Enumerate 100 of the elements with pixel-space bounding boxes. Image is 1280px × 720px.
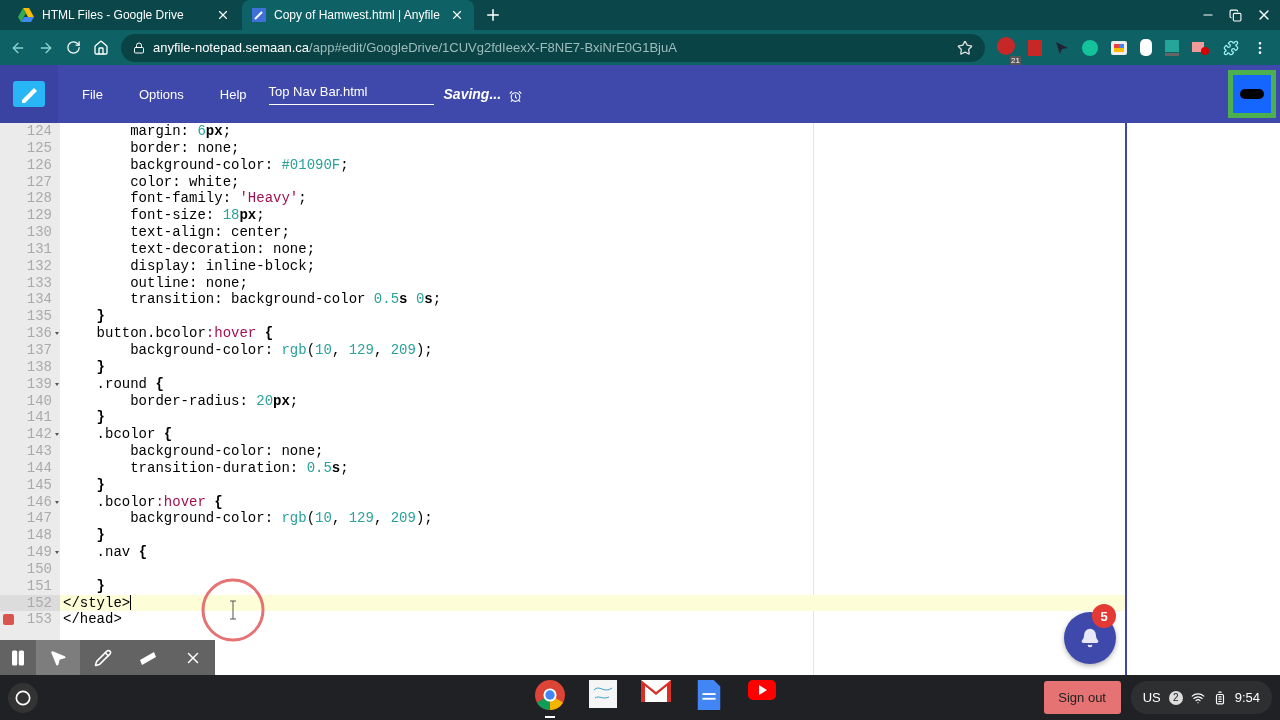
code-line: font-size: 18px; bbox=[129, 207, 265, 225]
clock: 9:54 bbox=[1234, 690, 1260, 705]
line-number: 151 bbox=[26, 577, 52, 595]
code-line: .round { bbox=[95, 375, 164, 393]
fold-arrow-icon[interactable] bbox=[55, 382, 59, 386]
code-line: } bbox=[95, 476, 105, 494]
home-icon[interactable] bbox=[93, 39, 109, 56]
extensions-icon[interactable] bbox=[1223, 39, 1239, 56]
whiteboard-app-icon[interactable] bbox=[588, 679, 617, 708]
code-line: background-color: rgb(10, 129, 209); bbox=[129, 341, 433, 359]
fold-arrow-icon[interactable] bbox=[55, 500, 59, 504]
marker-icon bbox=[137, 649, 158, 666]
close-icon[interactable] bbox=[450, 8, 464, 22]
lock-icon bbox=[133, 41, 145, 54]
keyboard-layout: US bbox=[1142, 690, 1161, 705]
grammar-icon[interactable] bbox=[1082, 39, 1098, 56]
menu-item[interactable]: File bbox=[70, 86, 115, 102]
code-line: .nav { bbox=[95, 544, 148, 561]
drive-icon bbox=[18, 8, 34, 22]
new-tab-icon[interactable] bbox=[484, 6, 502, 24]
line-number: 134 bbox=[26, 291, 52, 309]
browser-tab[interactable]: Copy of Hamwest.html | Anyfile bbox=[242, 0, 474, 30]
restore-icon[interactable] bbox=[1229, 8, 1242, 22]
code-line: display: inline-block; bbox=[129, 257, 316, 275]
sign-out-button[interactable]: Sign out bbox=[1043, 681, 1121, 714]
cursor-highlight-icon bbox=[200, 577, 266, 643]
line-number: 143 bbox=[26, 443, 52, 460]
notification-count: 2 bbox=[1168, 690, 1183, 705]
notepad-icon bbox=[252, 8, 266, 22]
browser-tab[interactable]: HTML Files - Google Drive bbox=[8, 0, 240, 30]
line-number: 136 bbox=[26, 325, 52, 342]
code-line: font-family: 'Heavy'; bbox=[129, 190, 307, 208]
code-line: transition-duration: 0.5s; bbox=[129, 459, 349, 477]
url-text: anyfile-notepad.semaan.ca/app#edit/GoogleDrive/1CUVg2fdIeexX-F8NE7-BxiNrE0G1BjuA bbox=[153, 40, 677, 55]
code-line: .bcolor:hover { bbox=[95, 493, 223, 511]
line-number: 126 bbox=[26, 156, 52, 174]
code-line: text-decoration: none; bbox=[129, 240, 316, 258]
line-number: 124 bbox=[26, 123, 52, 140]
line-number: 148 bbox=[26, 527, 52, 545]
code-line: margin: 6px; bbox=[129, 123, 232, 140]
chrome-icon[interactable] bbox=[534, 679, 565, 710]
avatar[interactable] bbox=[1228, 70, 1276, 118]
running-indicator bbox=[544, 715, 555, 718]
code-line: } bbox=[95, 527, 105, 545]
line-number: 141 bbox=[26, 409, 52, 427]
line-number: 129 bbox=[26, 207, 52, 225]
video-app-icon[interactable] bbox=[747, 679, 776, 700]
line-number: 125 bbox=[26, 139, 52, 157]
pointer-icon bbox=[49, 648, 67, 667]
code-line: text-align: center; bbox=[129, 224, 290, 241]
code-line: background-color: none; bbox=[129, 443, 324, 460]
tool-button[interactable] bbox=[36, 640, 80, 675]
status-tray[interactable]: US 2 9:54 bbox=[1130, 681, 1272, 714]
line-number: 138 bbox=[26, 358, 52, 376]
code-line: } bbox=[95, 308, 105, 326]
pen-icon bbox=[93, 648, 112, 667]
line-number: 153 bbox=[26, 611, 52, 629]
reload-icon[interactable] bbox=[66, 40, 81, 55]
document-icon[interactable] bbox=[696, 679, 721, 710]
bookmark-star-icon[interactable] bbox=[957, 39, 973, 56]
palette-icon[interactable] bbox=[1111, 40, 1127, 55]
wifi-icon bbox=[1190, 690, 1205, 705]
alarm-clock-icon bbox=[509, 89, 523, 103]
line-number: 139 bbox=[26, 375, 52, 393]
pause-icon bbox=[9, 648, 27, 667]
close-icon[interactable] bbox=[216, 8, 230, 22]
code-line: background-color: #01090F; bbox=[129, 156, 349, 174]
code-line: } bbox=[95, 577, 105, 595]
line-number: 130 bbox=[26, 224, 52, 241]
line-number: 144 bbox=[26, 459, 52, 477]
line-number: 132 bbox=[26, 257, 52, 275]
line-number: 133 bbox=[26, 274, 52, 292]
code-line: outline: none; bbox=[129, 274, 248, 292]
code-line: .bcolor { bbox=[95, 426, 173, 444]
filename-field[interactable]: Top Nav Bar.html bbox=[268, 83, 434, 105]
code-line: button.bcolor:hover { bbox=[95, 325, 274, 342]
line-number: 150 bbox=[26, 560, 52, 578]
mask-icon bbox=[1240, 89, 1264, 99]
code-line: color: white; bbox=[129, 173, 240, 191]
launcher-icon bbox=[15, 689, 31, 706]
record-icon[interactable] bbox=[1192, 39, 1210, 56]
notification-button[interactable] bbox=[1064, 612, 1116, 664]
address-bar[interactable]: anyfile-notepad.semaan.ca/app#edit/GoogleDrive/1CUVg2fdIeexX-F8NE7-BxiNrE0G1BjuA bbox=[121, 33, 985, 62]
code-line: border-radius: 20px; bbox=[129, 392, 299, 410]
menu-item[interactable]: Options bbox=[126, 86, 196, 102]
fold-arrow-icon[interactable] bbox=[55, 332, 59, 336]
save-status: Saving... bbox=[443, 86, 502, 102]
line-number: 140 bbox=[26, 392, 52, 410]
fold-arrow-icon[interactable] bbox=[55, 433, 59, 437]
launcher-button[interactable] bbox=[8, 682, 38, 713]
line-number: 149 bbox=[26, 544, 52, 561]
code-line: background-color: rgb(10, 129, 209); bbox=[129, 510, 433, 528]
mail-icon[interactable] bbox=[640, 679, 671, 702]
fold-arrow-icon[interactable] bbox=[55, 551, 59, 555]
line-number: 135 bbox=[26, 308, 52, 326]
line-number: 128 bbox=[26, 190, 52, 208]
code-line: </head> bbox=[62, 611, 122, 629]
menu-item[interactable]: Help bbox=[207, 86, 259, 102]
text-caret bbox=[130, 595, 132, 611]
line-number: 127 bbox=[26, 173, 52, 191]
